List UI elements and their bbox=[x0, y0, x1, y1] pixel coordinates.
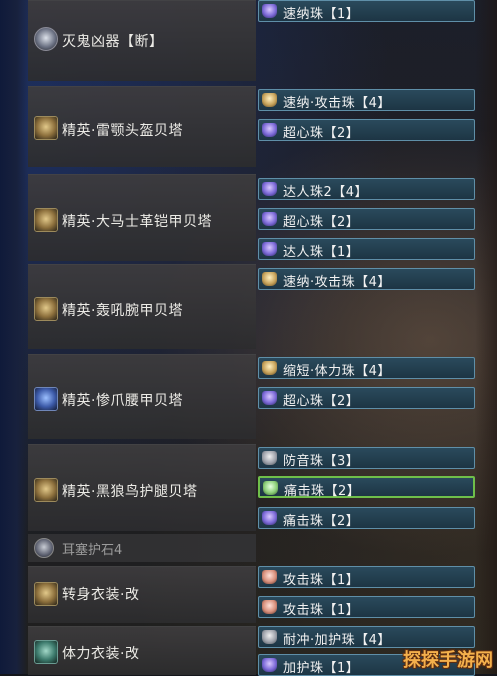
decoration-name: 超心珠【2】 bbox=[283, 394, 360, 409]
weapon-icon bbox=[34, 27, 58, 51]
decoration-slot[interactable]: 超心珠【2】 bbox=[258, 387, 475, 409]
decoration-name: 达人珠【1】 bbox=[283, 245, 360, 260]
decoration-name: 超心珠【2】 bbox=[283, 215, 360, 230]
jewel-icon bbox=[262, 570, 277, 584]
jewel-icon bbox=[262, 600, 277, 614]
jewel-icon bbox=[262, 182, 277, 196]
mantle-icon bbox=[34, 582, 58, 606]
equipment-row-weapon[interactable]: 灭鬼凶器【断】 bbox=[28, 0, 256, 81]
equipment-row-arms[interactable]: 精英·轰吼腕甲贝塔 bbox=[28, 264, 256, 349]
decoration-slot[interactable]: 速纳珠【1】 bbox=[258, 0, 475, 22]
equipment-name: 体力衣装·改 bbox=[62, 646, 140, 662]
jewel-icon bbox=[262, 361, 277, 375]
decoration-name: 速纳珠【1】 bbox=[283, 7, 360, 22]
jewel-icon bbox=[262, 511, 277, 525]
equipment-name: 精英·惨爪腰甲贝塔 bbox=[62, 393, 183, 409]
decoration-name: 痛击珠【2】 bbox=[284, 484, 361, 499]
decoration-name: 速纳·攻击珠【4】 bbox=[283, 275, 391, 290]
jewel-icon bbox=[263, 481, 278, 495]
equipment-row-mantle-1[interactable]: 转身衣装·改 bbox=[28, 566, 256, 623]
equipment-name: 精英·黑狼鸟护腿贝塔 bbox=[62, 484, 198, 500]
equipment-row-mantle-2[interactable]: 体力衣装·改 bbox=[28, 626, 256, 675]
equipment-row-charm[interactable]: 耳塞护石4 bbox=[28, 534, 256, 562]
decoration-slot-selected[interactable]: 痛击珠【2】 bbox=[258, 476, 475, 499]
charm-icon bbox=[34, 538, 54, 558]
equipment-row-helmet[interactable]: 精英·雷颚头盔贝塔 bbox=[28, 86, 256, 167]
leg-armor-icon bbox=[34, 478, 58, 502]
equipment-row-chest[interactable]: 精英·大马士革铠甲贝塔 bbox=[28, 174, 256, 261]
mantle-icon bbox=[34, 640, 58, 664]
decoration-slot[interactable]: 攻击珠【1】 bbox=[258, 566, 475, 588]
jewel-icon bbox=[262, 658, 277, 672]
jewel-icon bbox=[262, 391, 277, 405]
decoration-name: 加护珠【1】 bbox=[283, 661, 360, 676]
jewel-icon bbox=[262, 451, 277, 465]
decoration-name: 攻击珠【1】 bbox=[283, 603, 360, 618]
jewel-icon bbox=[262, 272, 277, 286]
jewel-icon bbox=[262, 123, 277, 137]
jewel-icon bbox=[262, 93, 277, 107]
decoration-slot[interactable]: 超心珠【2】 bbox=[258, 208, 475, 230]
jewel-icon bbox=[262, 212, 277, 226]
charm-name: 耳塞护石4 bbox=[62, 543, 123, 558]
decoration-slot[interactable]: 防音珠【3】 bbox=[258, 447, 475, 469]
decoration-name: 达人珠2【4】 bbox=[283, 185, 369, 200]
chest-armor-icon bbox=[34, 208, 58, 232]
equipment-name: 灭鬼凶器【断】 bbox=[62, 34, 164, 50]
decoration-slot[interactable]: 速纳·攻击珠【4】 bbox=[258, 268, 475, 290]
equipment-name: 转身衣装·改 bbox=[62, 587, 140, 603]
decoration-slot[interactable]: 达人珠2【4】 bbox=[258, 178, 475, 200]
right-decor-strip bbox=[475, 0, 497, 674]
jewel-icon bbox=[262, 630, 277, 644]
decoration-name: 攻击珠【1】 bbox=[283, 573, 360, 588]
waist-armor-icon bbox=[34, 387, 58, 411]
decoration-slot[interactable]: 耐冲·加护珠【4】 bbox=[258, 626, 475, 648]
decoration-name: 超心珠【2】 bbox=[283, 126, 360, 141]
decoration-slot[interactable]: 痛击珠【2】 bbox=[258, 507, 475, 529]
gauntlet-icon bbox=[34, 297, 58, 321]
decoration-name: 防音珠【3】 bbox=[283, 454, 360, 469]
decoration-name: 速纳·攻击珠【4】 bbox=[283, 96, 391, 111]
jewel-icon bbox=[262, 242, 277, 256]
decoration-name: 耐冲·加护珠【4】 bbox=[283, 633, 391, 648]
equipment-name: 精英·轰吼腕甲贝塔 bbox=[62, 303, 183, 319]
equipment-row-legs[interactable]: 精英·黑狼鸟护腿贝塔 bbox=[28, 444, 256, 531]
decoration-slot[interactable]: 速纳·攻击珠【4】 bbox=[258, 89, 475, 111]
left-decor-strip bbox=[0, 0, 28, 674]
jewel-icon bbox=[262, 4, 277, 18]
decoration-name: 缩短·体力珠【4】 bbox=[283, 364, 391, 379]
decoration-slot[interactable]: 超心珠【2】 bbox=[258, 119, 475, 141]
equipment-row-waist[interactable]: 精英·惨爪腰甲贝塔 bbox=[28, 354, 256, 439]
equipment-name: 精英·大马士革铠甲贝塔 bbox=[62, 214, 212, 230]
equipment-name: 精英·雷颚头盔贝塔 bbox=[62, 123, 183, 139]
decoration-slot[interactable]: 攻击珠【1】 bbox=[258, 596, 475, 618]
site-watermark: 探探手游网 bbox=[403, 650, 493, 671]
decoration-slot[interactable]: 达人珠【1】 bbox=[258, 238, 475, 260]
decoration-slot[interactable]: 缩短·体力珠【4】 bbox=[258, 357, 475, 379]
helmet-icon bbox=[34, 116, 58, 140]
decoration-name: 痛击珠【2】 bbox=[283, 514, 360, 529]
